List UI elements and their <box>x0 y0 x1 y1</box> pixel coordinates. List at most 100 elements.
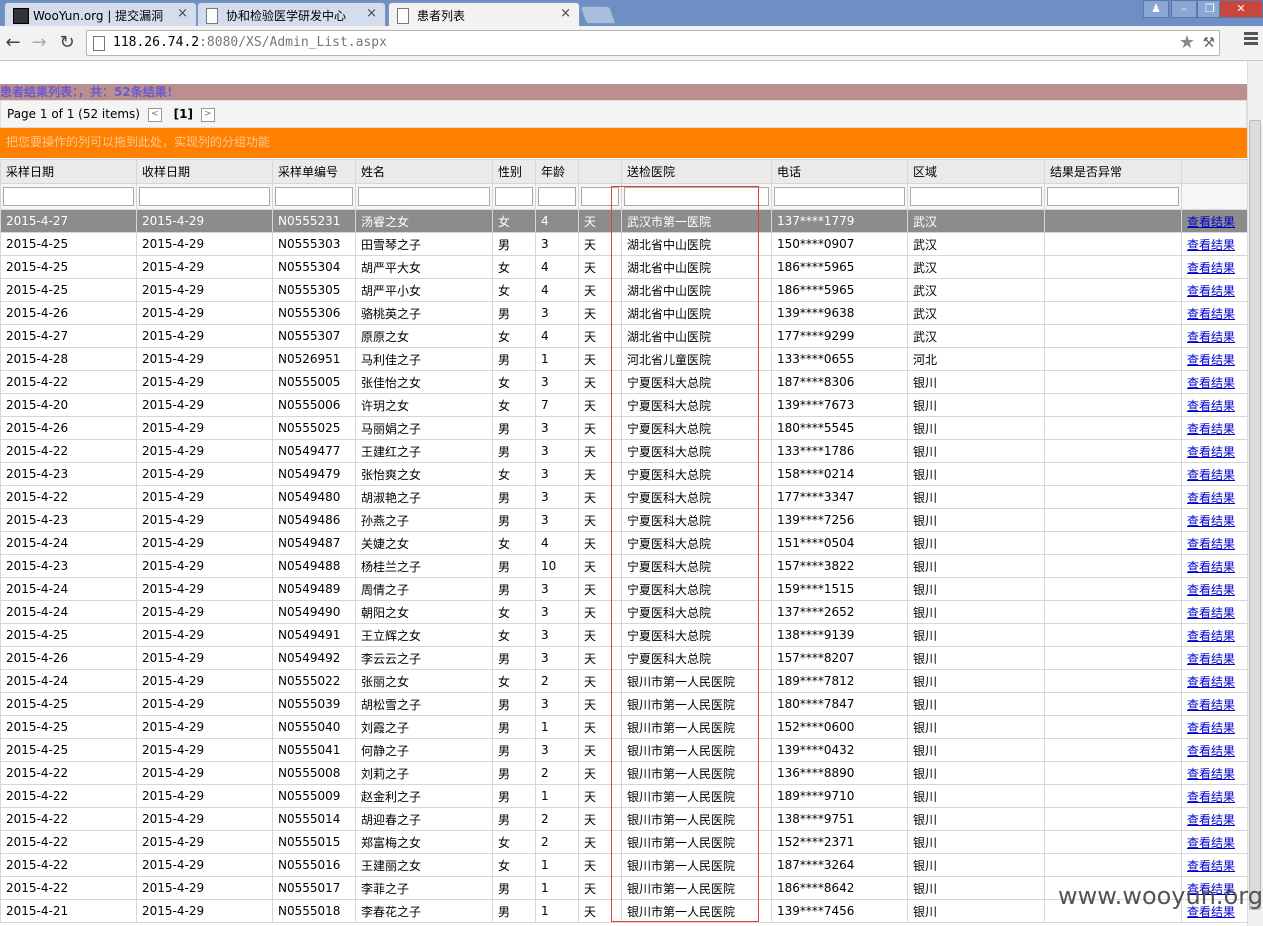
table-row[interactable]: 2015-4-23 2015-4-29 N0549479 张怡爽之女女 3 天宁夏医科大总… <box>0 462 1248 486</box>
view-result-link[interactable]: 查看结果 <box>1187 261 1235 275</box>
table-row[interactable]: 2015-4-25 2015-4-29 N0555304 胡严平大女女 4 天湖北省中山医… <box>0 255 1248 279</box>
browser-tab-patient-list[interactable]: 患者列表 × <box>388 2 580 26</box>
table-row[interactable]: 2015-4-25 2015-4-29 N0549491 王立辉之女女 3 天宁夏医科大总… <box>0 623 1248 647</box>
table-row[interactable]: 2015-4-22 2015-4-29 N0555009 赵金利之子男 1 天银川市第一人… <box>0 784 1248 808</box>
group-panel-notice[interactable]: 把您要操作的列可以拖到此处，实现列的分组功能 <box>0 128 1247 158</box>
view-result-link[interactable]: 查看结果 <box>1187 836 1235 850</box>
column-filter-input[interactable] <box>275 187 353 206</box>
column-header[interactable]: 电话 <box>771 159 908 184</box>
table-row[interactable]: 2015-4-26 2015-4-29 N0549492 李云云之子男 3 天宁夏医科大总… <box>0 646 1248 670</box>
table-row[interactable]: 2015-4-20 2015-4-29 N0555006 许玥之女女 7 天宁夏医科大总院… <box>0 393 1248 417</box>
table-row[interactable]: 2015-4-22 2015-4-29 N0555008 刘莉之子男 2 天银川市第一人民… <box>0 761 1248 785</box>
column-header[interactable]: 送检医院 <box>621 159 772 184</box>
view-result-link[interactable]: 查看结果 <box>1187 790 1235 804</box>
column-header[interactable]: 采样单编号 <box>272 159 356 184</box>
table-row[interactable]: 2015-4-23 2015-4-29 N0549488 杨桂兰之子男 10 天宁夏医科大… <box>0 554 1248 578</box>
column-header[interactable]: 姓名 <box>355 159 493 184</box>
column-header[interactable]: 结果是否异常 <box>1044 159 1182 184</box>
column-header[interactable]: 性别 <box>492 159 536 184</box>
table-row[interactable]: 2015-4-24 2015-4-29 N0555022 张丽之女女 2 天银川市第一人民… <box>0 669 1248 693</box>
view-result-link[interactable]: 查看结果 <box>1187 859 1235 873</box>
view-result-link[interactable]: 查看结果 <box>1187 767 1235 781</box>
view-result-link[interactable]: 查看结果 <box>1187 468 1235 482</box>
close-window-button[interactable]: ✕ <box>1219 0 1263 18</box>
view-result-link[interactable]: 查看结果 <box>1187 238 1235 252</box>
close-tab-icon[interactable]: × <box>177 6 188 21</box>
view-result-link[interactable]: 查看结果 <box>1187 744 1235 758</box>
view-result-link[interactable]: 查看结果 <box>1187 422 1235 436</box>
table-row[interactable]: 2015-4-26 2015-4-29 N0555306 骆桃英之子男 3 天湖北省中山医… <box>0 301 1248 325</box>
table-row[interactable]: 2015-4-22 2015-4-29 N0549477 王建红之子男 3 天宁夏医科大总… <box>0 439 1248 463</box>
table-row[interactable]: 2015-4-25 2015-4-29 N0555041 何静之子男 3 天银川市第一人民… <box>0 738 1248 762</box>
user-icon[interactable]: ♟ <box>1143 0 1169 18</box>
column-header[interactable]: 采样日期 <box>0 159 137 184</box>
minimize-button[interactable]: – <box>1171 0 1197 18</box>
reload-icon[interactable]: ↻ <box>56 32 78 54</box>
table-row[interactable]: 2015-4-25 2015-4-29 N0555040 刘霞之子男 1 天银川市第一人民… <box>0 715 1248 739</box>
table-row[interactable]: 2015-4-22 2015-4-29 N0549480 胡淑艳之子男 3 天宁夏医科大总… <box>0 485 1248 509</box>
table-row[interactable]: 2015-4-22 2015-4-29 N0555005 张佳怡之女女 3 天宁夏医科大总… <box>0 370 1248 394</box>
view-result-link[interactable]: 查看结果 <box>1187 353 1235 367</box>
column-filter-input[interactable] <box>358 187 490 206</box>
column-filter-input[interactable] <box>495 187 533 206</box>
view-result-link[interactable]: 查看结果 <box>1187 399 1235 413</box>
wrench-icon[interactable]: ⚒ <box>1202 35 1215 51</box>
view-result-link[interactable]: 查看结果 <box>1187 652 1235 666</box>
column-header[interactable] <box>1181 159 1248 184</box>
table-row[interactable]: 2015-4-28 2015-4-29 N0526951 马利佳之子男 1 天河北省儿童医… <box>0 347 1248 371</box>
view-result-link[interactable]: 查看结果 <box>1187 330 1235 344</box>
view-result-link[interactable]: 查看结果 <box>1187 698 1235 712</box>
table-row[interactable]: 2015-4-25 2015-4-29 N0555039 胡松雪之子男 3 天银川市第一人… <box>0 692 1248 716</box>
pager-current-page[interactable]: [1] <box>174 107 193 121</box>
table-row[interactable]: 2015-4-23 2015-4-29 N0549486 孙燕之子男 3 天宁夏医科大总院… <box>0 508 1248 532</box>
view-result-link[interactable]: 查看结果 <box>1187 445 1235 459</box>
pager-prev-button[interactable]: < <box>147 107 162 122</box>
forward-arrow-icon[interactable]: → <box>28 32 50 54</box>
column-filter-input[interactable] <box>139 187 270 206</box>
column-filter-input[interactable] <box>3 187 134 206</box>
address-bar[interactable]: 118.26.74.2:8080/XS/Admin_List.aspx ★ ⚒ <box>86 30 1220 56</box>
close-tab-icon[interactable]: × <box>366 6 377 21</box>
view-result-link[interactable]: 查看结果 <box>1187 514 1235 528</box>
column-filter-input[interactable] <box>624 187 769 206</box>
table-row[interactable]: 2015-4-22 2015-4-29 N0555014 胡迎春之子男 2 天银川市第一人… <box>0 807 1248 831</box>
pager-next-button[interactable]: > <box>200 107 215 122</box>
close-tab-icon[interactable]: × <box>560 6 571 21</box>
scrollbar-thumb[interactable] <box>1249 120 1261 910</box>
view-result-link[interactable]: 查看结果 <box>1187 307 1235 321</box>
column-header[interactable]: 区域 <box>907 159 1045 184</box>
bookmark-star-icon[interactable]: ★ <box>1179 32 1195 53</box>
table-row[interactable]: 2015-4-24 2015-4-29 N0549490 朝阳之女女 3 天宁夏医科大总院… <box>0 600 1248 624</box>
view-result-link[interactable]: 查看结果 <box>1187 583 1235 597</box>
view-result-link[interactable]: 查看结果 <box>1187 560 1235 574</box>
table-row[interactable]: 2015-4-22 2015-4-29 N0555015 郑富梅之女女 2 天银川市第一人… <box>0 830 1248 854</box>
back-arrow-icon[interactable]: ← <box>2 32 24 54</box>
new-tab-button[interactable] <box>579 6 617 24</box>
column-filter-input[interactable] <box>910 187 1042 206</box>
table-row[interactable]: 2015-4-27 2015-4-29 N0555307 原原之女女 4 天湖北省中山医院… <box>0 324 1248 348</box>
column-filter-input[interactable] <box>774 187 905 206</box>
view-result-link[interactable]: 查看结果 <box>1187 376 1235 390</box>
table-row[interactable]: 2015-4-24 2015-4-29 N0549489 周倩之子男 3 天宁夏医科大总院… <box>0 577 1248 601</box>
browser-tab-xiehe[interactable]: 协和检验医学研发中心 × <box>197 2 386 26</box>
column-filter-input[interactable] <box>1047 187 1179 206</box>
view-result-link[interactable]: 查看结果 <box>1187 606 1235 620</box>
table-row[interactable]: 2015-4-25 2015-4-29 N0555305 胡严平小女女 4 天湖北省中山医… <box>0 278 1248 302</box>
view-result-link[interactable]: 查看结果 <box>1187 675 1235 689</box>
column-filter-input[interactable] <box>538 187 576 206</box>
table-row[interactable]: 2015-4-25 2015-4-29 N0555303 田雪琴之子男 3 天湖北省中山医… <box>0 232 1248 256</box>
column-header[interactable]: 收样日期 <box>136 159 273 184</box>
view-result-link[interactable]: 查看结果 <box>1187 491 1235 505</box>
view-result-link[interactable]: 查看结果 <box>1187 721 1235 735</box>
table-row[interactable]: 2015-4-22 2015-4-29 N0555016 王建丽之女女 1 天银川市第一人… <box>0 853 1248 877</box>
view-result-link[interactable]: 查看结果 <box>1187 629 1235 643</box>
view-result-link[interactable]: 查看结果 <box>1187 537 1235 551</box>
view-result-link[interactable]: 查看结果 <box>1187 813 1235 827</box>
table-row[interactable]: 2015-4-26 2015-4-29 N0555025 马丽娟之子男 3 天宁夏医科大总… <box>0 416 1248 440</box>
view-result-link[interactable]: 查看结果 <box>1187 215 1235 229</box>
column-header[interactable]: 年龄 <box>535 159 579 184</box>
column-header[interactable] <box>578 159 622 184</box>
table-row[interactable]: 2015-4-24 2015-4-29 N0549487 关婕之女女 4 天宁夏医科大总院… <box>0 531 1248 555</box>
view-result-link[interactable]: 查看结果 <box>1187 284 1235 298</box>
menu-icon[interactable] <box>1244 32 1258 47</box>
